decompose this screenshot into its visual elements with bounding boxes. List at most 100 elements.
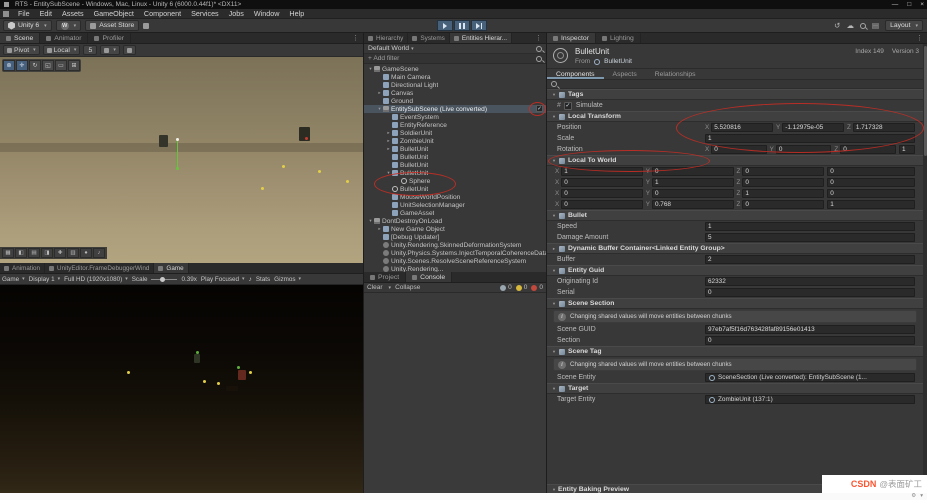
tool-button-1[interactable]: ✛ xyxy=(16,60,28,71)
tree-item-debug-updater[interactable]: [Debug Updater] xyxy=(364,233,546,241)
tree-item-canvas[interactable]: ▸ Canvas xyxy=(364,89,546,97)
entity-ref-target-entity[interactable]: ZombieUnit (137:1) xyxy=(705,395,915,404)
close-button[interactable]: × xyxy=(920,0,924,9)
scrollbar-thumb[interactable] xyxy=(923,46,927,156)
value-field[interactable]: 0 xyxy=(742,200,825,209)
overlay-button-0[interactable]: ▦ xyxy=(2,248,14,258)
zoom-slider[interactable] xyxy=(151,275,178,283)
layers-icon[interactable]: ▤ xyxy=(872,21,879,30)
tool-button-4[interactable]: ▭ xyxy=(55,60,67,71)
search-icon[interactable] xyxy=(536,55,542,62)
overlay-button-7[interactable]: ♪ xyxy=(93,248,105,258)
value-field[interactable]: 5.520816 xyxy=(711,123,773,132)
tab-animation[interactable]: Animation xyxy=(0,263,46,273)
menu-file[interactable]: File xyxy=(13,9,35,18)
section-scene-tag[interactable]: ▾ Scene Tag xyxy=(547,346,923,357)
value-field[interactable]: 1 xyxy=(705,134,915,143)
foldout-arrow-icon[interactable]: ▾ xyxy=(550,114,558,120)
pause-button[interactable] xyxy=(454,20,470,31)
value-field[interactable]: 0 xyxy=(742,178,825,187)
cloud-icon[interactable]: ☁ xyxy=(846,21,854,30)
value-field[interactable]: 1 xyxy=(742,189,825,198)
tree-item-bulletunit[interactable]: BulletUnit xyxy=(364,185,546,193)
menu-services[interactable]: Services xyxy=(186,9,224,18)
console-collapse-toggle[interactable]: Collapse xyxy=(395,284,420,291)
section-bullet[interactable]: ▾ Bullet xyxy=(547,210,923,221)
foldout-arrow-icon[interactable]: ▾ xyxy=(550,213,558,219)
checkbox-simulate[interactable]: ✓ xyxy=(563,101,572,110)
foldout-arrow-icon[interactable]: ▸ xyxy=(385,130,392,136)
minimize-button[interactable]: — xyxy=(892,0,899,9)
tree-item-zombieunit[interactable]: ▸ ZombieUnit xyxy=(364,137,546,145)
unity-version-badge[interactable]: Unity 6 ▾ xyxy=(3,20,52,31)
tree-item-unity-rendering[interactable]: Unity.Rendering... xyxy=(364,265,546,272)
search-icon[interactable] xyxy=(859,22,866,29)
tool-button-0[interactable]: ⊚ xyxy=(3,60,15,71)
scene-kebab-icon[interactable]: ⋮ xyxy=(348,33,363,43)
game-toolbar-stats[interactable]: Stats xyxy=(256,276,270,283)
value-field[interactable]: 1 xyxy=(705,222,915,231)
game-toolbar-scale[interactable]: Scale xyxy=(132,276,148,283)
value-field[interactable]: 1.717328 xyxy=(852,123,915,132)
grid-snap-dropdown[interactable]: ▾ xyxy=(100,45,120,55)
slider-knob[interactable] xyxy=(160,277,166,282)
tree-item-unitselectionmanager[interactable]: UnitSelectionManager xyxy=(364,201,546,209)
foldout-arrow-icon[interactable]: ▸ xyxy=(385,138,392,144)
game-toolbar-play-focused[interactable]: Play Focused ▾ xyxy=(201,276,245,283)
foldout-arrow-icon[interactable]: ▾ xyxy=(550,92,558,98)
undo-history-icon[interactable]: ↺ xyxy=(834,21,840,30)
foldout-arrow-icon[interactable]: ▾ xyxy=(550,487,558,493)
foldout-arrow-icon[interactable]: ▾ xyxy=(376,106,383,112)
value-field[interactable]: 0 xyxy=(827,178,915,187)
tab-hierarchy[interactable]: Hierarchy xyxy=(364,33,409,43)
maximize-button[interactable]: □ xyxy=(907,0,911,9)
tree-item-gamescene[interactable]: ▾ GameScene xyxy=(364,65,546,73)
value-field[interactable]: 0 xyxy=(705,336,915,345)
asset-store-button[interactable]: Asset Store xyxy=(85,20,140,31)
value-field[interactable]: 1 xyxy=(899,145,916,154)
value-field[interactable]: 0 xyxy=(827,167,915,176)
section-target[interactable]: ▾ Target xyxy=(547,383,923,394)
tab-relationships[interactable]: Relationships xyxy=(646,69,705,79)
value-field[interactable]: 2 xyxy=(705,255,915,264)
tab-profiler[interactable]: Profiler xyxy=(88,33,132,43)
play-button[interactable] xyxy=(437,20,453,31)
chevron-down-icon[interactable]: ▾ xyxy=(920,493,923,500)
tree-item-new-game-object[interactable]: ▸ New Game Object xyxy=(364,225,546,233)
layout-dropdown[interactable]: Layout ▾ xyxy=(885,20,923,31)
foldout-arrow-icon[interactable]: ▾ xyxy=(550,349,558,355)
tab-scene[interactable]: Scene xyxy=(0,33,41,43)
menu-jobs[interactable]: Jobs xyxy=(224,9,249,18)
foldout-arrow-icon[interactable]: ▸ xyxy=(385,146,392,152)
tab-inspector[interactable]: Inspector xyxy=(547,33,596,43)
value-field[interactable]: 0 xyxy=(742,167,825,176)
tree-item-sphere[interactable]: Sphere xyxy=(364,177,546,185)
subscene-checkbox[interactable]: ✓ xyxy=(536,105,543,112)
tree-item-bulletunit[interactable]: BulletUnit xyxy=(364,153,546,161)
tab-animator[interactable]: Animator xyxy=(40,33,89,43)
foldout-arrow-icon[interactable]: ▸ xyxy=(550,246,558,252)
overlay-button-3[interactable]: ◨ xyxy=(41,248,53,258)
tree-item-bulletunit[interactable]: ▸ BulletUnit xyxy=(364,145,546,153)
tree-item-gameasset[interactable]: GameAsset xyxy=(364,209,546,217)
tab-project[interactable]: Project xyxy=(364,272,407,282)
value-field[interactable]: 97eb7af5f16d763428faf89156e01413 xyxy=(705,325,915,334)
overlay-button-2[interactable]: ▤ xyxy=(28,248,40,258)
hierarchy-kebab-icon[interactable]: ⋮ xyxy=(531,33,546,43)
value-field[interactable]: 0 xyxy=(561,200,643,209)
account-button[interactable]: W ▾ xyxy=(55,20,82,31)
tool-button-5[interactable]: ⊞ xyxy=(68,60,80,71)
console-counter-error[interactable]: 0 xyxy=(531,284,543,291)
tree-item-entityreference[interactable]: EntityReference xyxy=(364,121,546,129)
game-toolbar-full-hd-1920x1080[interactable]: Full HD (1920x1080) ▾ xyxy=(64,276,128,283)
value-field[interactable]: 1 xyxy=(827,200,915,209)
tab-lighting[interactable]: Lighting xyxy=(595,33,641,43)
section-entity-guid[interactable]: ▾ Entity Guid xyxy=(547,265,923,276)
menu-component[interactable]: Component xyxy=(139,9,186,18)
section-local-to-world[interactable]: ▾ Local To World xyxy=(547,155,923,166)
value-field[interactable]: 0 xyxy=(827,189,915,198)
overlay-button-1[interactable]: ◧ xyxy=(15,248,27,258)
mute-audio-icon[interactable]: ♪ xyxy=(249,276,252,283)
tool-button-3[interactable]: ◱ xyxy=(42,60,54,71)
tree-item-bulletunit[interactable]: ▾ BulletUnit xyxy=(364,169,546,177)
